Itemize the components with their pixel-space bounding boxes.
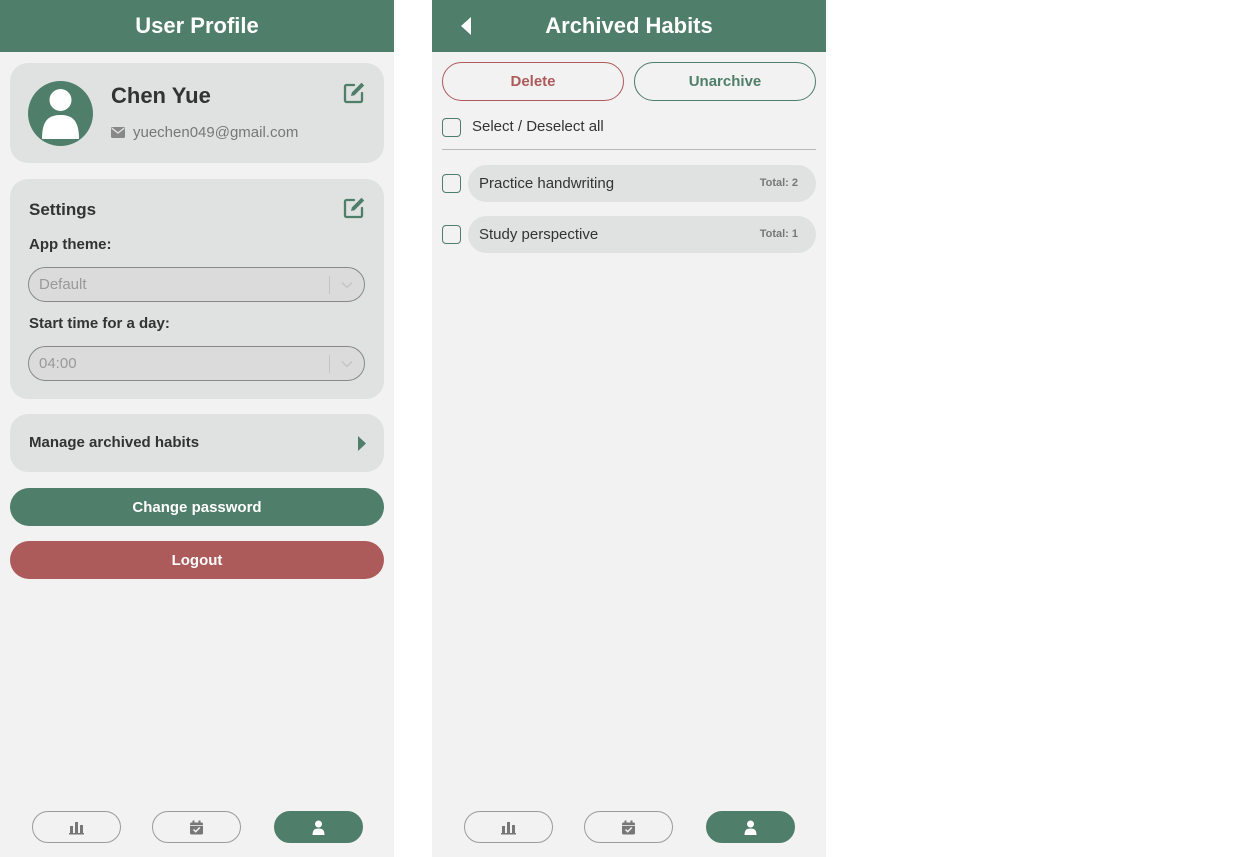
manage-archived-habits-button[interactable]: Manage archived habits xyxy=(10,414,384,472)
user-avatar-icon xyxy=(42,89,79,139)
habit-total: Total: 2 xyxy=(759,177,798,189)
profile-card: Chen Yue yuechen049@gmail.com xyxy=(10,63,384,163)
select-separator xyxy=(329,355,330,373)
select-all-checkbox[interactable] xyxy=(442,118,461,137)
list-item[interactable]: Practice handwriting Total: 2 xyxy=(468,165,816,202)
app-theme-value: Default xyxy=(39,276,87,293)
select-separator xyxy=(329,276,330,294)
page-title: User Profile xyxy=(135,13,259,38)
edit-settings-icon[interactable] xyxy=(342,196,366,220)
start-time-label: Start time for a day: xyxy=(29,315,170,332)
user-icon xyxy=(744,820,757,835)
chevron-down-icon xyxy=(341,282,353,289)
user-icon xyxy=(312,820,325,835)
list-item[interactable]: Study perspective Total: 1 xyxy=(468,216,816,253)
habit-checkbox[interactable] xyxy=(442,225,461,244)
habit-name: Practice handwriting xyxy=(479,175,615,192)
nav-profile-button[interactable] xyxy=(706,811,795,843)
nav-calendar-button[interactable] xyxy=(584,811,673,843)
user-name: Chen Yue xyxy=(111,83,211,108)
avatar xyxy=(28,81,93,146)
divider xyxy=(442,149,816,150)
back-arrow-icon[interactable] xyxy=(460,17,472,35)
manage-archived-label: Manage archived habits xyxy=(29,434,200,451)
select-all-label: Select / Deselect all xyxy=(472,118,604,135)
profile-header: User Profile xyxy=(0,0,394,52)
nav-profile-button[interactable] xyxy=(274,811,363,843)
nav-stats-button[interactable] xyxy=(464,811,553,843)
bar-chart-icon xyxy=(501,821,516,834)
chevron-down-icon xyxy=(341,361,353,368)
unarchive-button[interactable]: Unarchive xyxy=(634,62,816,101)
nav-calendar-button[interactable] xyxy=(152,811,241,843)
user-email: yuechen049@gmail.com xyxy=(133,124,299,141)
delete-button[interactable]: Delete xyxy=(442,62,624,101)
app-theme-select[interactable]: Default xyxy=(28,267,365,302)
habit-name: Study perspective xyxy=(479,226,599,243)
nav-stats-button[interactable] xyxy=(32,811,121,843)
user-profile-screen: User Profile Chen Yue yuechen049@gmail.c… xyxy=(0,0,394,857)
settings-title: Settings xyxy=(29,200,97,219)
habit-total: Total: 1 xyxy=(759,228,798,240)
calendar-check-icon xyxy=(190,820,203,834)
start-time-value: 04:00 xyxy=(39,355,77,372)
app-theme-label: App theme: xyxy=(29,236,112,253)
bar-chart-icon xyxy=(69,821,84,834)
calendar-check-icon xyxy=(622,820,635,834)
habit-checkbox[interactable] xyxy=(442,174,461,193)
edit-profile-icon[interactable] xyxy=(342,81,366,105)
page-title: Archived Habits xyxy=(545,13,713,38)
start-time-select[interactable]: 04:00 xyxy=(28,346,365,381)
archived-header: Archived Habits xyxy=(432,0,826,52)
logout-button[interactable]: Logout xyxy=(10,541,384,579)
archived-habits-screen: Archived Habits Delete Unarchive Select … xyxy=(432,0,826,857)
email-row: yuechen049@gmail.com xyxy=(111,124,298,141)
settings-card: Settings App theme: Default Start time f… xyxy=(10,179,384,399)
envelope-icon xyxy=(111,127,125,138)
change-password-button[interactable]: Change password xyxy=(10,488,384,526)
caret-right-icon xyxy=(358,436,366,451)
